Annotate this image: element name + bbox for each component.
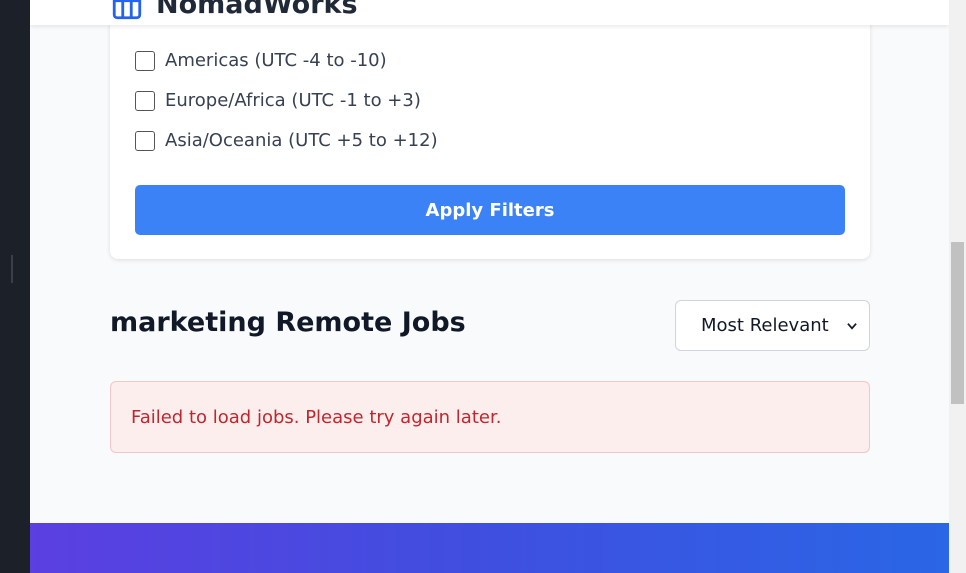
chevron-down-icon [847, 322, 857, 330]
window-divider [11, 255, 13, 283]
timezone-label: Europe/Africa (UTC -1 to +3) [165, 90, 421, 111]
page-scrollbar[interactable] [949, 0, 966, 573]
left-window-edge [0, 0, 30, 573]
americas-checkbox[interactable] [135, 50, 155, 71]
europe-africa-checkbox[interactable] [135, 90, 155, 111]
building-icon [112, 0, 142, 20]
timezone-option-americas[interactable]: Americas (UTC -4 to -10) [135, 50, 387, 71]
footer-gradient-section [30, 523, 949, 573]
timezone-label: Asia/Oceania (UTC +5 to +12) [165, 130, 438, 151]
timezone-label: Americas (UTC -4 to -10) [165, 50, 387, 71]
error-text: Failed to load jobs. Please try again la… [131, 406, 502, 428]
sort-select[interactable]: Most Relevant [675, 300, 870, 351]
error-message: Failed to load jobs. Please try again la… [110, 381, 870, 453]
sort-selected-value: Most Relevant [701, 315, 829, 336]
apply-filters-button[interactable]: Apply Filters [135, 185, 845, 235]
asia-oceania-checkbox[interactable] [135, 130, 155, 151]
scrollbar-thumb[interactable] [951, 242, 964, 404]
page-viewport: Americas (UTC -4 to -10) Europe/Africa (… [30, 0, 949, 573]
brand-name: NomadWorks [156, 0, 358, 20]
timezone-option-asia-oceania[interactable]: Asia/Oceania (UTC +5 to +12) [135, 130, 438, 151]
filter-panel: Americas (UTC -4 to -10) Europe/Africa (… [110, 0, 870, 259]
brand-logo[interactable]: NomadWorks [110, 0, 358, 22]
results-title: marketing Remote Jobs [110, 307, 466, 338]
site-header: NomadWorks [30, 0, 949, 25]
timezone-option-europe-africa[interactable]: Europe/Africa (UTC -1 to +3) [135, 90, 421, 111]
